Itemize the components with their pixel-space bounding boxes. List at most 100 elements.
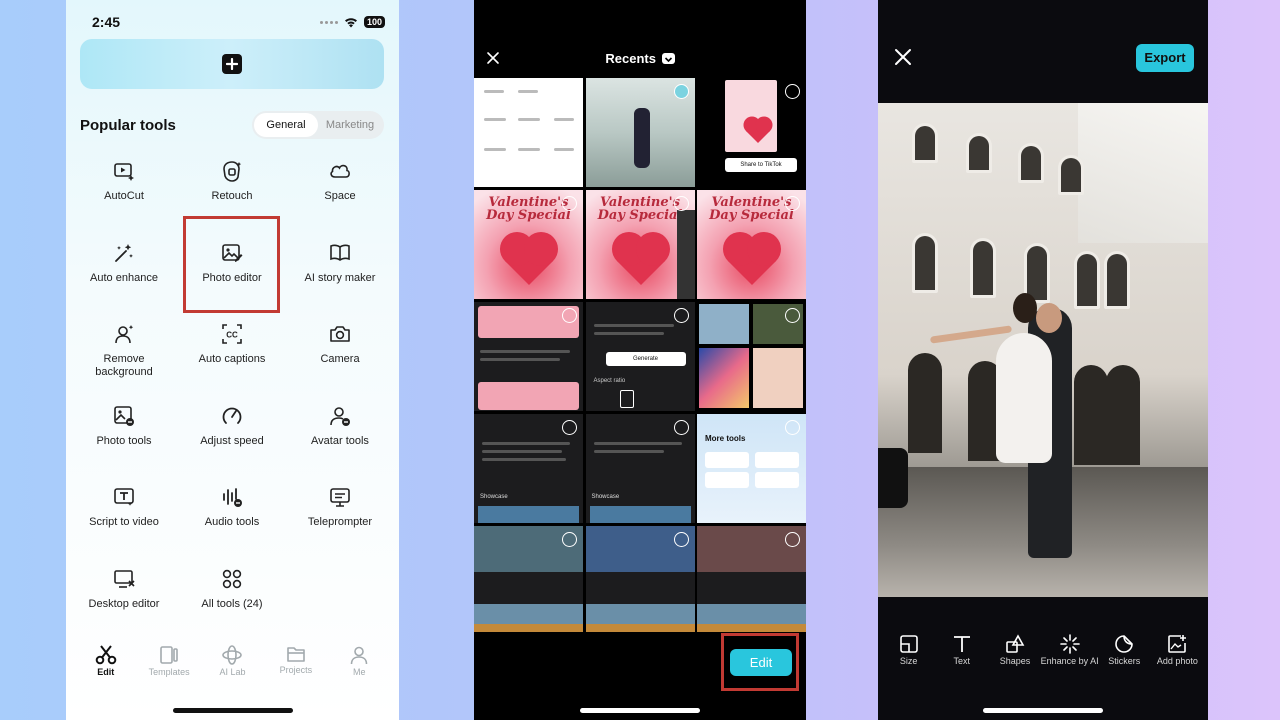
teleprompter-icon (327, 484, 353, 510)
tool-camera[interactable]: Camera (286, 321, 394, 403)
recents-dropdown[interactable]: Recents (474, 51, 806, 66)
select-circle[interactable] (562, 532, 577, 547)
sky-area (1078, 103, 1208, 243)
tool-all-tools[interactable]: All tools (24) (178, 566, 286, 648)
tool-text[interactable]: Text (935, 634, 988, 666)
photo-thumbnail[interactable] (697, 526, 806, 632)
tool-label: Photo tools (96, 434, 152, 447)
select-circle[interactable] (785, 84, 800, 99)
tool-label: All tools (24) (201, 597, 263, 610)
photo-thumbnail[interactable]: Showcase (585, 414, 695, 523)
tool-label: Script to video (89, 516, 159, 529)
tool-label: AI story maker (304, 271, 376, 284)
tool-label: Teleprompter (307, 516, 373, 529)
retouch-icon (219, 158, 245, 184)
photo-canvas[interactable] (878, 103, 1208, 597)
photo-thumbnail[interactable]: Valentine's Day Special (474, 190, 583, 299)
select-circle[interactable] (673, 308, 689, 323)
tool-add-photo[interactable]: Add photo (1151, 634, 1204, 666)
audio-icon (219, 484, 245, 510)
photo-thumbnail[interactable] (585, 526, 695, 632)
tool-photo-tools[interactable]: Photo tools (70, 403, 178, 485)
select-circle[interactable] (562, 308, 577, 323)
templates-icon (160, 646, 178, 664)
tool-label: Space (324, 190, 356, 202)
select-circle[interactable] (673, 420, 689, 435)
tool-label: Add photo (1156, 656, 1198, 666)
tool-stickers[interactable]: Stickers (1098, 634, 1151, 666)
photo-thumbnail[interactable]: Generate Aspect ratio (585, 302, 695, 411)
tool-ai-story-maker[interactable]: AI story maker (286, 240, 394, 322)
tool-shapes[interactable]: Shapes (988, 634, 1041, 666)
select-circle[interactable] (673, 196, 689, 211)
select-circle[interactable] (673, 532, 689, 547)
select-circle[interactable] (562, 420, 577, 435)
home-indicator (172, 708, 293, 713)
woman-figure (996, 333, 1052, 463)
tool-remove-background[interactable]: Remove background (70, 321, 178, 403)
tool-enhance-by-ai[interactable]: Enhance by AI (1041, 634, 1099, 666)
autocut-icon (111, 158, 137, 184)
tool-desktop-editor[interactable]: Desktop editor (70, 566, 178, 648)
tool-label: Size (899, 656, 918, 666)
tool-script-to-video[interactable]: Script to video (70, 484, 178, 566)
select-circle[interactable] (673, 84, 689, 99)
tab-label: AI Lab (219, 667, 246, 677)
select-circle[interactable] (785, 532, 800, 547)
avatar-icon (327, 403, 353, 429)
close-icon[interactable] (894, 48, 912, 71)
photo-thumbnail[interactable] (474, 78, 583, 187)
tool-auto-captions[interactable]: CC Auto captions (178, 321, 286, 403)
select-circle[interactable] (562, 196, 577, 211)
select-circle[interactable] (785, 308, 800, 323)
tool-adjust-speed[interactable]: Adjust speed (178, 403, 286, 485)
tab-ai-lab[interactable]: AI Lab (205, 645, 259, 677)
tool-teleprompter[interactable]: Teleprompter (286, 484, 394, 566)
export-button[interactable]: Export (1136, 44, 1194, 72)
photo-thumbnail[interactable] (474, 526, 583, 632)
tool-space[interactable]: Space (286, 158, 394, 240)
tab-label: Projects (279, 665, 313, 675)
photo-thumbnail[interactable] (474, 302, 583, 411)
remove-bg-icon (111, 321, 137, 347)
aspect-label: Aspect ratio (593, 378, 626, 384)
photo-thumbnail[interactable]: Valentine's Day Special (585, 190, 695, 299)
segment-general[interactable]: General (254, 113, 318, 137)
tool-auto-enhance[interactable]: Auto enhance (70, 240, 178, 322)
photo-thumbnail[interactable] (697, 302, 806, 411)
tab-edit[interactable]: Edit (79, 645, 133, 677)
tool-audio-tools[interactable]: Audio tools (178, 484, 286, 566)
editor-toolbar: Size Text Shapes Enhance by AI Stickers … (878, 634, 1208, 666)
photo-editor-screen: Export Size Text Shapes Enhance by AI St… (878, 0, 1208, 720)
sticker-icon (1115, 635, 1134, 653)
battery-indicator: 100 (363, 16, 385, 28)
photo-thumbnail[interactable]: Showcase (474, 414, 583, 523)
photo-thumbnail[interactable]: Valentine's Day Special (697, 190, 806, 299)
photo-editor-highlight (183, 216, 280, 313)
showcase-label: Showcase (480, 494, 508, 500)
select-circle[interactable] (785, 420, 800, 435)
speedometer-icon (219, 403, 245, 429)
tab-templates[interactable]: Templates (142, 645, 196, 677)
camera-icon (327, 321, 353, 347)
book-icon (327, 240, 353, 266)
plus-icon (222, 54, 242, 74)
photo-thumbnail[interactable]: Share to TikTok (697, 78, 806, 187)
select-circle[interactable] (785, 196, 800, 211)
recents-picker-screen: Recents Share to TikTok Valentine's Day … (474, 0, 806, 720)
desktop-icon (111, 566, 137, 592)
new-project-button[interactable] (80, 39, 384, 89)
select-circle[interactable] (562, 84, 577, 99)
add-photo-icon (1168, 635, 1187, 653)
tool-size[interactable]: Size (882, 634, 935, 666)
ai-lab-icon (222, 645, 243, 665)
tab-me[interactable]: Me (332, 645, 386, 677)
tool-autocut[interactable]: AutoCut (70, 158, 178, 240)
segment-marketing[interactable]: Marketing (318, 113, 382, 137)
photo-thumbnail[interactable] (585, 78, 695, 187)
tool-avatar-tools[interactable]: Avatar tools (286, 403, 394, 485)
tab-projects[interactable]: Projects (269, 645, 323, 677)
photo-thumbnail[interactable]: More tools (697, 414, 806, 523)
script-icon (111, 484, 137, 510)
album-title: Recents (605, 51, 656, 66)
